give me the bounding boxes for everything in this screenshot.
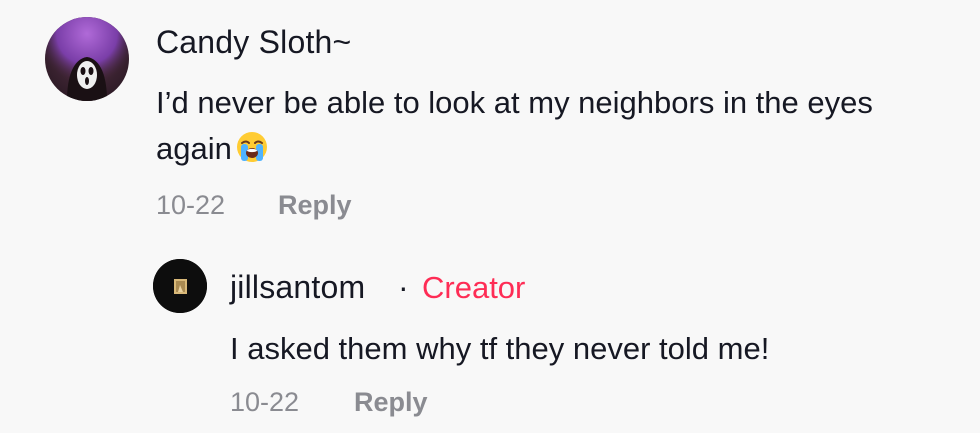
reply-date: 10-22	[230, 387, 300, 417]
scream-mask-icon	[45, 17, 129, 101]
reply-username[interactable]: jillsantom	[230, 269, 365, 306]
creator-badge: Creator	[422, 270, 526, 305]
reply-button[interactable]: Reply	[354, 387, 428, 418]
framed-photo-icon	[153, 259, 207, 313]
comment-item: Candy Sloth~ I’d never be able to look a…	[0, 0, 980, 240]
avatar[interactable]	[153, 259, 207, 313]
loudly-crying-face-icon	[236, 130, 268, 162]
reply-button[interactable]: Reply	[278, 190, 352, 221]
separator-dot: ·	[398, 269, 409, 305]
reply-item: jillsantom · Creator I asked them why tf…	[0, 240, 980, 433]
comment-username[interactable]: Candy Sloth~	[156, 24, 351, 61]
reply-text: I asked them why tf they never told me!	[230, 331, 770, 366]
avatar[interactable]	[45, 17, 129, 101]
comment-text: I’d never be able to look at my neighbor…	[156, 80, 956, 172]
comment-date: 10-22	[156, 190, 226, 220]
